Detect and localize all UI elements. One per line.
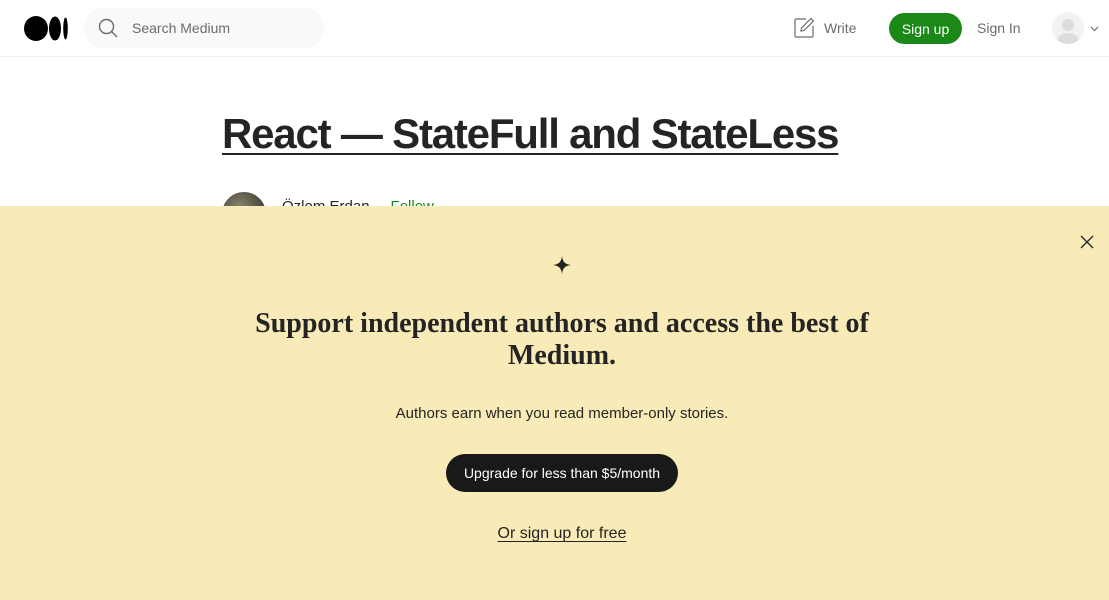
sign-up-button[interactable]: Sign up bbox=[889, 13, 962, 44]
top-navigation: Write Sign up Sign In bbox=[0, 0, 1109, 57]
write-label: Write bbox=[824, 20, 857, 36]
user-avatar-icon bbox=[1052, 12, 1084, 44]
sparkle-star-icon bbox=[553, 256, 571, 274]
search-input[interactable] bbox=[132, 8, 312, 48]
medium-logo-icon[interactable] bbox=[24, 16, 68, 41]
paywall-overlay: Support independent authors and access t… bbox=[0, 206, 1109, 600]
search-bar[interactable] bbox=[84, 8, 324, 48]
paywall-headline: Support independent authors and access t… bbox=[255, 308, 869, 371]
article-title[interactable]: React — StateFull and StateLess bbox=[222, 110, 840, 158]
paywall-subtext: Authors earn when you read member-only s… bbox=[395, 405, 729, 422]
upgrade-button[interactable]: Upgrade for less than $5/month bbox=[446, 454, 678, 492]
write-link[interactable]: Write bbox=[793, 16, 856, 40]
sign-up-free-link[interactable]: Or sign up for free bbox=[254, 525, 870, 543]
user-menu[interactable] bbox=[1052, 12, 1100, 44]
search-icon bbox=[98, 18, 118, 38]
chevron-down-icon bbox=[1090, 26, 1099, 31]
write-icon bbox=[794, 17, 815, 38]
close-icon[interactable] bbox=[1078, 233, 1096, 251]
sign-in-link[interactable]: Sign In bbox=[977, 20, 1021, 36]
